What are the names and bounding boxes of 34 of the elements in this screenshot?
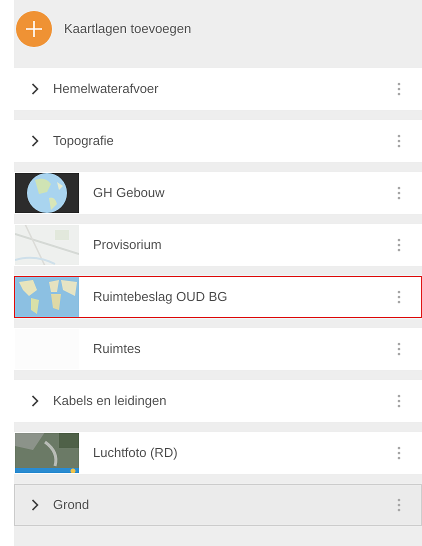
layer-name: Hemelwaterafvoer [53, 80, 160, 98]
layer-row[interactable]: GH Gebouw [14, 172, 422, 214]
layer-name: Ruimtebeslag OUD BG [93, 288, 228, 306]
more-icon [397, 238, 401, 252]
layer-name: GH Gebouw [93, 184, 166, 202]
layer-name: Topografie [53, 132, 115, 150]
layer-row[interactable]: Grond [14, 484, 422, 526]
more-icon [397, 446, 401, 460]
more-icon [397, 186, 401, 200]
plus-icon [25, 20, 43, 38]
layer-row[interactable]: Topografie [14, 120, 422, 162]
layer-name: Ruimtes [93, 340, 142, 358]
layer-row[interactable]: Hemelwaterafvoer [14, 68, 422, 110]
more-icon [397, 394, 401, 408]
header-label: Kaartlagen toevoegen [64, 20, 192, 38]
layer-row[interactable]: Luchtfoto (RD) [14, 432, 422, 474]
more-icon [397, 498, 401, 512]
layer-name: Kabels en leidingen [53, 392, 168, 410]
layer-name: Provisorium [93, 236, 163, 254]
chevron-icon [31, 499, 39, 511]
more-icon [397, 134, 401, 148]
more-icon [397, 342, 401, 356]
chevron-icon [31, 135, 39, 147]
layer-row[interactable]: Ruimtebeslag OUD BG [14, 276, 422, 318]
more-icon [397, 82, 401, 96]
layer-row[interactable]: Provisorium [14, 224, 422, 266]
layer-name: Grond [53, 496, 90, 514]
layer-name: Luchtfoto (RD) [93, 444, 179, 462]
chevron-icon [31, 395, 39, 407]
more-icon [397, 290, 401, 304]
layer-row[interactable]: Kabels en leidingen [14, 380, 422, 422]
add-button[interactable] [16, 11, 52, 47]
layer-row[interactable]: Ruimtes [14, 328, 422, 370]
chevron-icon [31, 83, 39, 95]
